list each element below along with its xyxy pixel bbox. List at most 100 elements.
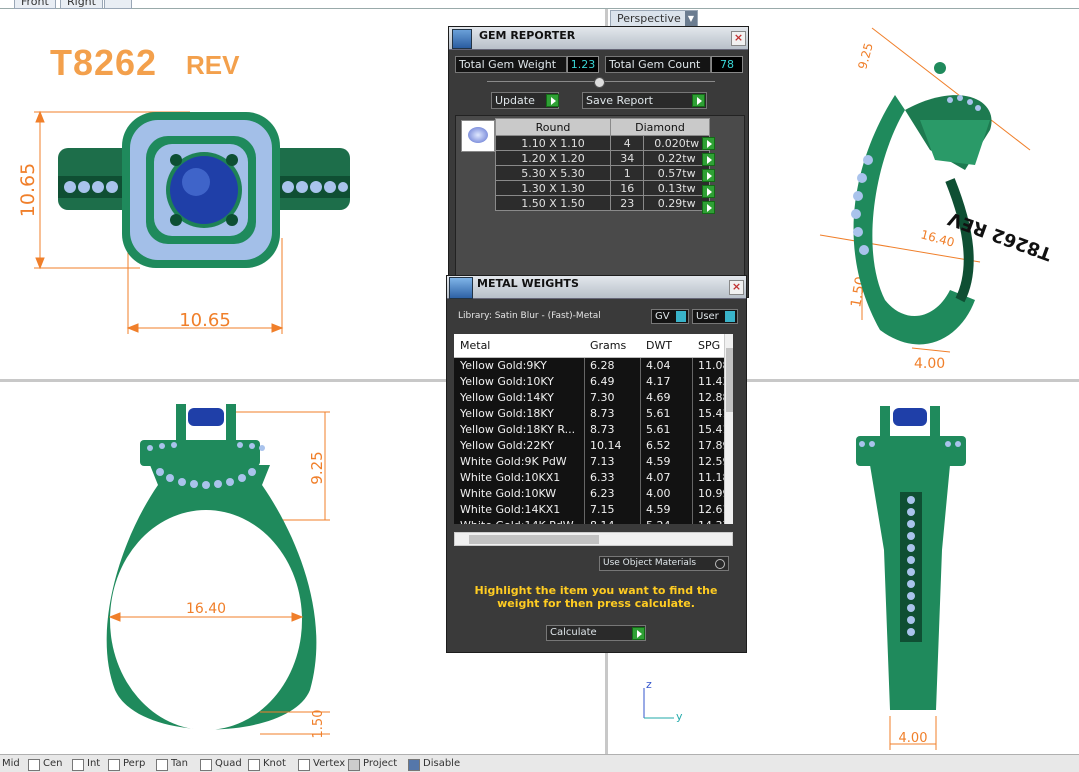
gem-row[interactable]: 1.50 X 1.50 23 0.29tw	[495, 195, 710, 211]
osnap-label: Vertex	[313, 758, 346, 769]
gem-row-go-icon[interactable]	[702, 153, 715, 166]
osnap-checkbox[interactable]	[298, 759, 310, 771]
close-icon[interactable]: ×	[729, 280, 744, 295]
metal-grams: 6.23	[590, 487, 615, 500]
osnap-checkbox[interactable]	[348, 759, 360, 771]
metal-row[interactable]: Yellow Gold:9KY 6.28 4.04 11.08	[454, 358, 730, 375]
col-grams: Grams	[590, 339, 627, 352]
tab-front[interactable]: Front	[14, 0, 56, 9]
metal-table[interactable]: Metal Grams DWT SPG Yellow Gold:9KY 6.28 4…	[454, 334, 733, 524]
osnap-label: Disable	[423, 758, 461, 769]
osnap-checkbox[interactable]	[28, 759, 40, 771]
metal-row[interactable]: White Gold:10KX1 6.33 4.07 11.18	[454, 470, 730, 487]
osnap-statusbar: Mid Cen Int Perp Tan Quad Knot Vertex Project Dis…	[0, 754, 1079, 772]
gem-row-go-icon[interactable]	[702, 137, 715, 150]
user-toggle-label: User	[696, 311, 719, 322]
update-go-icon[interactable]	[546, 94, 559, 107]
column-divider	[584, 422, 585, 438]
metal-dwt: 4.04	[646, 359, 671, 372]
gem-table: Round Diamond 1.10 X 1.10 4 0.020tw 1.20 X…	[495, 118, 710, 211]
axis-y-label: y	[676, 710, 683, 723]
scroll-thumb[interactable]	[726, 348, 733, 412]
metal-grams: 8.73	[590, 423, 615, 436]
calculate-button-label: Calculate	[550, 627, 597, 638]
save-report-button[interactable]: Save Report	[582, 92, 707, 109]
total-gem-weight-label: Total Gem Weight	[455, 56, 567, 73]
metal-grams: 6.28	[590, 359, 615, 372]
metal-dwt: 4.59	[646, 503, 671, 516]
metal-row[interactable]: Yellow Gold:18KY 8.73 5.61 15.41	[454, 406, 730, 423]
use-object-materials-label: Use Object Materials	[603, 558, 697, 568]
front-dim-height-label: 10.65	[17, 163, 39, 217]
tab-perspective[interactable]: Perspective ▼	[610, 10, 698, 27]
osnap-checkbox[interactable]	[248, 759, 260, 771]
column-divider	[692, 422, 693, 438]
osnap-label: Mid	[2, 758, 20, 769]
gem-row-go-icon[interactable]	[702, 201, 715, 214]
osnap-checkbox[interactable]	[408, 759, 420, 771]
metal-name: White Gold:14KX1	[460, 503, 561, 516]
gem-weight: 0.020tw	[643, 135, 710, 151]
metal-name: White Gold:10KW	[460, 487, 557, 500]
horizontal-scrollbar[interactable]	[454, 532, 733, 546]
gem-row-go-icon[interactable]	[702, 185, 715, 198]
right-ring	[856, 406, 966, 710]
use-object-materials-toggle[interactable]: Use Object Materials	[599, 556, 729, 571]
metal-dwt: 4.69	[646, 391, 671, 404]
osnap-checkbox[interactable]	[108, 759, 120, 771]
save-report-go-icon[interactable]	[692, 94, 705, 107]
metal-row[interactable]: White Gold:14K PdW8.145.2414.37	[454, 518, 730, 524]
gem-row[interactable]: 5.30 X 5.30 1 0.57tw	[495, 165, 710, 181]
tab-right[interactable]: Right	[60, 0, 103, 9]
axis-triad: z y	[643, 678, 683, 723]
gv-toggle[interactable]: GV	[651, 309, 689, 324]
save-report-button-label: Save Report	[586, 94, 653, 107]
metal-row[interactable]: Yellow Gold:18KY R... 8.73 5.61 15.41	[454, 422, 730, 439]
metal-dwt: 5.61	[646, 423, 671, 436]
metal-weights-panel[interactable]: METAL WEIGHTS × Library: Satin Blur - (F…	[446, 275, 747, 653]
osnap-label: Cen	[43, 758, 63, 769]
column-divider	[692, 470, 693, 486]
osnap-checkbox[interactable]	[156, 759, 168, 771]
total-gem-weight-value: 1.23	[567, 56, 599, 73]
gem-reporter-titlebar[interactable]: GEM REPORTER ×	[449, 27, 748, 50]
update-button-label: Update	[495, 94, 535, 107]
gem-reporter-panel[interactable]: GEM REPORTER × Total Gem Weight 1.23 Tot…	[448, 26, 749, 298]
scroll-thumb-horizontal[interactable]	[469, 535, 599, 544]
column-divider	[640, 454, 641, 470]
column-divider	[584, 470, 585, 486]
metal-row[interactable]: White Gold:10KW 6.23 4.00 10.99	[454, 486, 730, 503]
gem-row[interactable]: 1.20 X 1.20 34 0.22tw	[495, 150, 710, 166]
calculate-go-icon[interactable]	[632, 627, 645, 640]
osnap-label: Knot	[263, 758, 286, 769]
metal-weights-titlebar[interactable]: METAL WEIGHTS ×	[447, 276, 746, 299]
close-icon[interactable]: ×	[731, 31, 746, 46]
side-dim-width-label: 16.40	[186, 601, 226, 617]
metal-row[interactable]: Yellow Gold:10KY 6.49 4.17 11.43	[454, 374, 730, 391]
gem-row-go-icon[interactable]	[702, 169, 715, 182]
metal-row[interactable]: White Gold:14KX1 7.15 4.59 12.61	[454, 502, 730, 519]
front-ring-halo	[122, 112, 280, 268]
gem-row[interactable]: 1.30 X 1.30 16 0.13tw	[495, 180, 710, 196]
gem-row[interactable]: 1.10 X 1.10 4 0.020tw	[495, 135, 710, 151]
metal-row[interactable]: Yellow Gold:22KY 10.14 6.52 17.89	[454, 438, 730, 455]
gem-count: 4	[609, 135, 645, 151]
front-title: T8262	[50, 42, 158, 83]
side-dim-shank-label: 1.50	[311, 710, 326, 739]
metal-grams: 7.15	[590, 503, 615, 516]
splitter-handle-icon[interactable]	[594, 77, 605, 88]
column-divider	[640, 438, 641, 454]
column-divider	[584, 390, 585, 406]
chevron-down-icon[interactable]: ▼	[685, 11, 697, 26]
calculate-button[interactable]: Calculate	[546, 625, 646, 641]
osnap-checkbox[interactable]	[72, 759, 84, 771]
metal-name: Yellow Gold:9KY	[460, 359, 547, 372]
tab-extra[interactable]	[104, 0, 132, 9]
column-divider	[692, 358, 693, 374]
column-divider	[640, 518, 641, 524]
metal-row[interactable]: White Gold:9K PdW 7.13 4.59 12.59	[454, 454, 730, 471]
osnap-checkbox[interactable]	[200, 759, 212, 771]
vertical-scrollbar[interactable]	[724, 334, 733, 524]
user-toggle[interactable]: User	[692, 309, 738, 324]
metal-row[interactable]: Yellow Gold:14KY 7.30 4.69 12.88	[454, 390, 730, 407]
